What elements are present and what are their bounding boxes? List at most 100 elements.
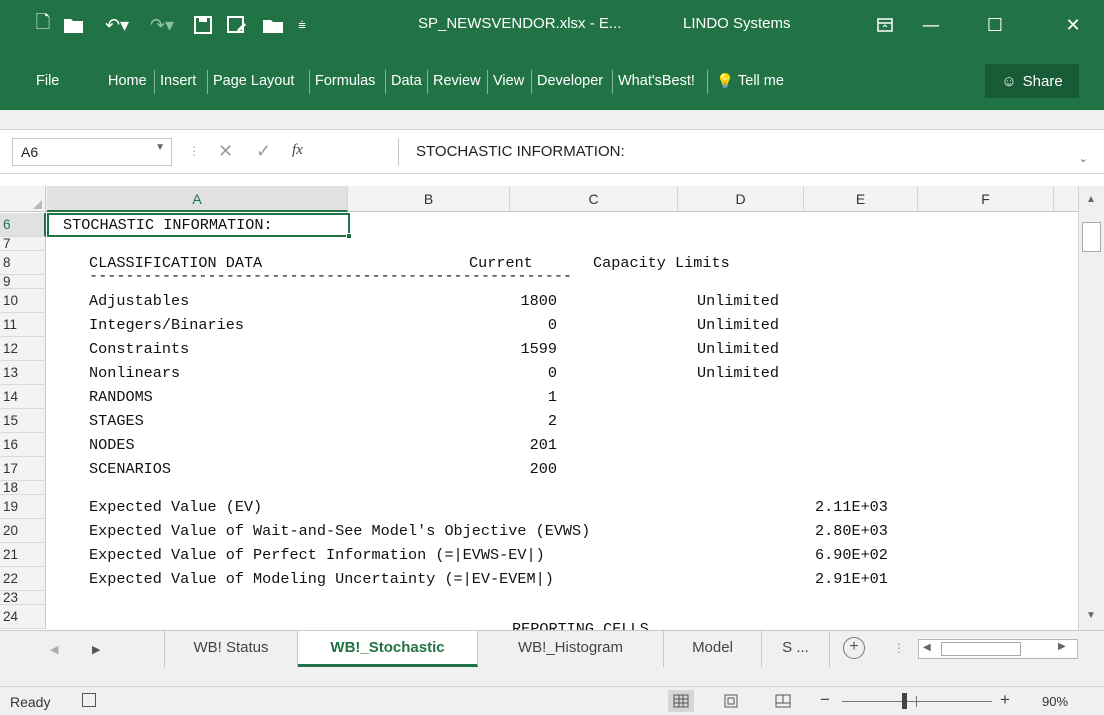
tab-page-layout[interactable]: Page Layout [213,73,294,89]
expected-label[interactable]: Expected Value of Wait-and-See Model's O… [89,519,590,543]
expected-value[interactable]: 2.11E+03 [815,495,888,519]
tab-whatsbest[interactable]: What'sBest! [618,73,695,89]
row-header[interactable]: 16 [0,433,46,457]
minimize-button[interactable]: — [908,8,954,42]
maximize-button[interactable]: ☐ [972,8,1018,42]
expected-label[interactable]: Expected Value (EV) [89,495,262,519]
horizontal-scroll-thumb[interactable] [941,642,1021,656]
reporting-cells-label[interactable]: REPORTING CELLS [512,617,649,630]
row-header[interactable]: 11 [0,313,46,337]
folder-icon[interactable] [260,12,286,38]
sheet-tab-wb-stochastic[interactable]: WB!_Stochastic [298,631,478,667]
normal-view-icon[interactable] [668,690,694,712]
classification-label[interactable]: Adjustables [89,289,189,313]
tab-split-handle-icon[interactable]: ⋮ [893,641,905,655]
classification-current[interactable]: 200 [467,457,557,481]
classification-label[interactable]: STAGES [89,409,144,433]
row-header[interactable]: 9 [0,275,46,289]
row-header[interactable]: 7 [0,237,46,251]
classification-limit[interactable]: Unlimited [667,361,779,385]
expected-value[interactable]: 6.90E+02 [815,543,888,567]
tab-view[interactable]: View [493,73,524,89]
expand-formula-icon[interactable]: ⌄ [1079,152,1088,165]
vertical-scrollbar[interactable]: ▲ ▼ [1078,186,1104,630]
row-header[interactable]: 14 [0,385,46,409]
open-icon[interactable] [60,12,88,38]
tab-insert[interactable]: Insert [160,73,196,89]
classification-label[interactable]: RANDOMS [89,385,153,409]
classification-current[interactable]: 2 [467,409,557,433]
classification-limit[interactable]: Unlimited [667,289,779,313]
undo-icon[interactable]: ↶▾ [96,12,138,38]
column-header-f[interactable]: F [918,186,1054,212]
classification-current[interactable]: 1800 [467,289,557,313]
sheet-tab-model[interactable]: Model [664,631,762,667]
classification-current[interactable]: 201 [467,433,557,457]
row-header[interactable]: 23 [0,591,46,605]
resize-handle-icon[interactable]: ⋮ [188,144,200,158]
classification-limit[interactable]: Unlimited [667,337,779,361]
cell-area[interactable]: STOCHASTIC INFORMATION: CLASSIFICATION D… [47,213,1078,630]
classification-label[interactable]: Nonlinears [89,361,180,385]
scroll-right-icon[interactable]: ▶ [1058,641,1066,652]
vertical-scroll-thumb[interactable] [1082,222,1101,252]
fill-handle[interactable] [346,233,352,239]
classification-current[interactable]: 0 [467,313,557,337]
row-header[interactable]: 21 [0,543,46,567]
tab-file[interactable]: File [36,73,59,89]
column-header-a[interactable]: A [47,186,348,212]
name-box[interactable]: A6 ▼ [12,138,172,166]
row-header[interactable]: 6 [0,213,46,237]
zoom-slider-thumb[interactable] [902,693,907,709]
tab-formulas[interactable]: Formulas [315,73,375,89]
close-button[interactable]: ✕ [1050,8,1096,42]
classification-label[interactable]: SCENARIOS [89,457,171,481]
row-header[interactable]: 8 [0,251,46,275]
scroll-left-icon[interactable]: ◀ [923,642,931,653]
worksheet-grid[interactable]: A B C D E F 6 7 8 9 10 11 12 13 14 15 16… [0,186,1078,630]
insert-function-icon[interactable]: fx [292,142,303,159]
zoom-level[interactable]: 90% [1042,694,1068,709]
cancel-icon[interactable]: ✕ [218,141,233,162]
zoom-slider-track[interactable] [842,701,992,702]
tab-developer[interactable]: Developer [537,73,603,89]
new-icon[interactable]: 🗋 [30,12,56,38]
classification-limit[interactable]: Unlimited [667,313,779,337]
save-as-icon[interactable] [224,12,250,38]
expected-label[interactable]: Expected Value of Modeling Uncertainty (… [89,567,554,591]
scroll-tabs-left-icon[interactable]: ◀ [50,643,58,656]
row-header[interactable]: 19 [0,495,46,519]
divider-line[interactable]: ----------------------------------------… [89,268,572,283]
tab-review[interactable]: Review [433,73,481,89]
tab-tell-me[interactable]: Tell me [738,73,784,89]
column-header-b[interactable]: B [348,186,510,212]
row-header[interactable]: 10 [0,289,46,313]
row-header[interactable]: 17 [0,457,46,481]
row-header[interactable]: 22 [0,567,46,591]
tell-me-icon[interactable]: 💡 [716,73,734,90]
row-header[interactable]: 20 [0,519,46,543]
save-icon[interactable] [190,12,216,38]
macro-recording-icon[interactable] [82,693,96,707]
page-break-view-icon[interactable] [770,690,796,712]
classification-label[interactable]: Constraints [89,337,189,361]
enter-icon[interactable]: ✓ [256,141,271,162]
classification-label[interactable]: Integers/Binaries [89,313,244,337]
classification-current[interactable]: 0 [467,361,557,385]
redo-icon[interactable]: ↷▾ [144,12,180,38]
row-header[interactable]: 13 [0,361,46,385]
zoom-in-button[interactable]: + [1000,690,1010,710]
column-header-d[interactable]: D [678,186,804,212]
add-sheet-icon[interactable]: + [843,637,865,659]
expected-value[interactable]: 2.80E+03 [815,519,888,543]
tab-data[interactable]: Data [391,73,422,89]
row-header[interactable]: 12 [0,337,46,361]
sheet-tab-wb-status[interactable]: WB! Status [164,631,298,667]
sheet-tab-wb-histogram[interactable]: WB!_Histogram [478,631,664,667]
row-header[interactable]: 24 [0,605,46,629]
classification-current[interactable]: 1 [467,385,557,409]
horizontal-scrollbar[interactable]: ◀ [918,639,1078,659]
expected-label[interactable]: Expected Value of Perfect Information (=… [89,543,545,567]
tab-home[interactable]: Home [108,73,147,89]
classification-label[interactable]: NODES [89,433,135,457]
